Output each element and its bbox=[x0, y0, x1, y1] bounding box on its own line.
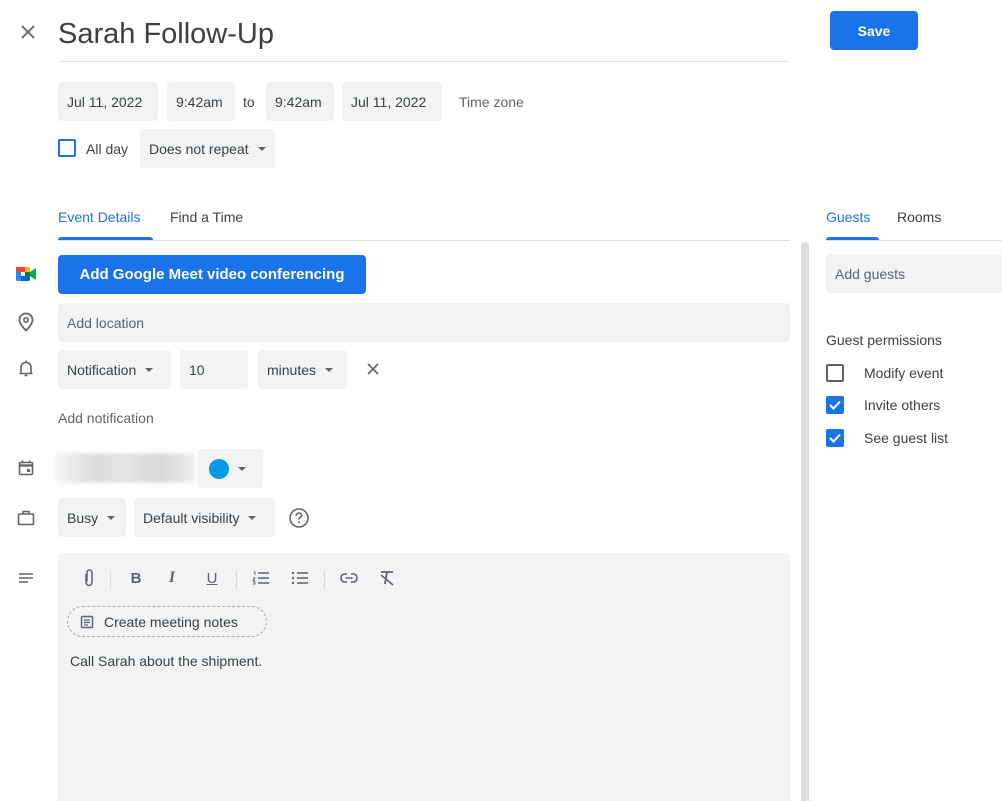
end-time-field[interactable]: 9:42am bbox=[266, 82, 334, 121]
add-google-meet-button[interactable]: Add Google Meet video conferencing bbox=[58, 255, 366, 294]
bulleted-list-icon[interactable] bbox=[289, 567, 311, 589]
checkmark-icon bbox=[829, 400, 841, 410]
see-guest-list-label: See guest list bbox=[864, 430, 949, 446]
calendar-icon bbox=[14, 456, 38, 480]
bell-icon bbox=[14, 357, 38, 381]
start-date-field[interactable]: Jul 11, 2022 bbox=[58, 82, 158, 121]
event-color-dropdown[interactable] bbox=[198, 449, 263, 488]
tab-event-details[interactable]: Event Details bbox=[58, 209, 140, 225]
help-icon bbox=[289, 508, 309, 528]
tab-guests[interactable]: Guests bbox=[826, 209, 870, 225]
tabs-divider bbox=[58, 240, 790, 241]
scrollbar[interactable] bbox=[801, 242, 809, 801]
availability-dropdown[interactable]: Busy bbox=[58, 498, 126, 537]
repeat-value: Does not repeat bbox=[149, 140, 249, 157]
chevron-down-icon bbox=[248, 515, 257, 520]
checkmark-icon bbox=[829, 433, 841, 443]
chevron-down-icon bbox=[325, 367, 334, 372]
google-meet-icon bbox=[14, 262, 38, 286]
event-title-input[interactable]: Sarah Follow-Up bbox=[58, 12, 790, 62]
description-icon bbox=[14, 566, 38, 590]
notification-unit-dropdown[interactable]: minutes bbox=[258, 350, 347, 389]
description-text[interactable]: Call Sarah about the shipment. bbox=[70, 653, 262, 669]
underline-icon[interactable]: U bbox=[201, 567, 223, 589]
add-guests-input[interactable]: Add guests bbox=[826, 254, 1002, 293]
guest-permissions-title: Guest permissions bbox=[826, 332, 942, 348]
chevron-down-icon bbox=[145, 367, 154, 372]
close-button[interactable] bbox=[14, 18, 42, 46]
toolbar-separator bbox=[236, 570, 237, 590]
close-icon bbox=[367, 363, 379, 375]
create-meeting-notes-button[interactable]: Create meeting notes bbox=[67, 606, 267, 637]
chevron-down-icon bbox=[238, 466, 246, 471]
notification-unit-value: minutes bbox=[267, 361, 317, 378]
notes-icon bbox=[80, 615, 94, 628]
modify-event-label: Modify event bbox=[864, 365, 944, 381]
link-icon[interactable] bbox=[338, 567, 360, 589]
create-meeting-notes-label: Create meeting notes bbox=[104, 613, 238, 630]
invite-others-label: Invite others bbox=[864, 397, 941, 413]
all-day-label: All day bbox=[86, 140, 129, 157]
visibility-value: Default visibility bbox=[143, 509, 240, 526]
save-button[interactable]: Save bbox=[830, 11, 918, 50]
toolbar-separator bbox=[110, 570, 111, 590]
tab-rooms[interactable]: Rooms bbox=[897, 209, 941, 225]
to-label: to bbox=[243, 93, 255, 110]
numbered-list-icon[interactable] bbox=[250, 567, 272, 589]
tab-find-a-time[interactable]: Find a Time bbox=[170, 209, 243, 225]
attach-icon[interactable] bbox=[78, 567, 100, 589]
remove-notification-button[interactable] bbox=[361, 357, 385, 381]
visibility-dropdown[interactable]: Default visibility bbox=[134, 498, 275, 537]
briefcase-icon bbox=[14, 505, 38, 529]
chevron-down-icon bbox=[257, 146, 266, 151]
location-pin-icon bbox=[14, 310, 38, 334]
repeat-dropdown[interactable]: Does not repeat bbox=[140, 129, 275, 168]
all-day-checkbox[interactable] bbox=[58, 139, 76, 157]
time-zone-button[interactable]: Time zone bbox=[459, 82, 524, 121]
modify-event-checkbox[interactable] bbox=[826, 364, 844, 382]
remove-formatting-icon[interactable] bbox=[376, 567, 398, 589]
add-notification-button[interactable]: Add notification bbox=[58, 410, 154, 426]
description-editor[interactable]: B I U Create meeting notes Call Sarah ab… bbox=[58, 553, 790, 801]
start-time-field[interactable]: 9:42am bbox=[167, 82, 235, 121]
italic-icon[interactable]: I bbox=[161, 567, 183, 589]
chevron-down-icon bbox=[107, 515, 116, 520]
see-guest-list-checkbox[interactable] bbox=[826, 429, 844, 447]
color-swatch bbox=[209, 458, 229, 479]
close-icon bbox=[21, 25, 35, 39]
availability-value: Busy bbox=[67, 509, 99, 526]
toolbar-separator bbox=[324, 570, 325, 590]
notification-amount-input[interactable]: 10 bbox=[180, 350, 248, 389]
notification-type-value: Notification bbox=[67, 361, 137, 378]
calendar-owner-name[interactable] bbox=[55, 453, 195, 483]
help-button[interactable] bbox=[287, 506, 311, 530]
tabs-divider bbox=[826, 240, 1002, 241]
bold-icon[interactable]: B bbox=[125, 567, 147, 589]
end-date-field[interactable]: Jul 11, 2022 bbox=[342, 82, 442, 121]
location-input[interactable]: Add location bbox=[58, 303, 790, 342]
notification-type-dropdown[interactable]: Notification bbox=[58, 350, 171, 389]
invite-others-checkbox[interactable] bbox=[826, 396, 844, 414]
